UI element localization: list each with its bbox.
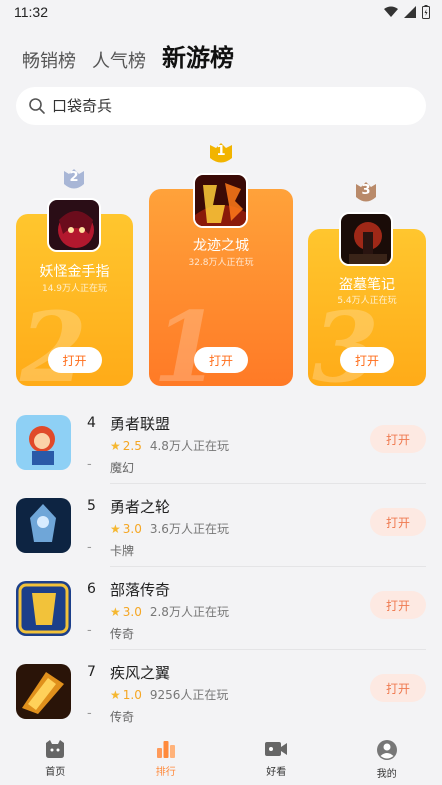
rank-change: - — [87, 706, 92, 721]
game-meta: ★ 2.5 4.8万人正在玩 — [110, 437, 229, 454]
game-title: 勇者联盟 — [110, 415, 171, 433]
game-icon[interactable] — [16, 664, 71, 719]
search-input[interactable] — [52, 97, 392, 115]
nav-profile[interactable]: 我的 — [332, 730, 442, 785]
open-button[interactable]: 打开 — [194, 347, 248, 373]
game-rating: 2.5 — [122, 438, 142, 453]
rank-change: - — [87, 457, 92, 472]
rank-change: - — [87, 623, 92, 638]
open-button[interactable]: 打开 — [370, 591, 426, 619]
podium-player-count: 14.9万人正在玩 — [41, 284, 108, 294]
rank-change: - — [87, 540, 92, 555]
star-icon: ★ — [110, 687, 121, 702]
podium-player-count: 5.4万人正在玩 — [337, 296, 397, 306]
game-icon[interactable] — [16, 415, 71, 470]
game-meta: ★ 3.0 2.8万人正在玩 — [110, 603, 229, 620]
battery-icon — [422, 5, 430, 19]
game-rating: 1.0 — [122, 687, 142, 702]
open-button[interactable]: 打开 — [47, 347, 102, 373]
rank-badge-number: 3 — [361, 183, 371, 198]
rank-2-badge: 2 — [61, 168, 87, 192]
divider — [110, 483, 426, 484]
search-icon — [29, 98, 45, 114]
game-meta: ★ 3.0 3.6万人正在玩 — [110, 520, 229, 537]
ranking-tabs: 畅销榜 人气榜 新游榜 — [22, 38, 234, 73]
list-item[interactable]: 5 - 勇者之轮 ★ 3.0 3.6万人正在玩 卡牌 打开 — [16, 492, 426, 564]
rank-badge-number: 2 — [69, 170, 79, 185]
ranking-icon — [156, 741, 175, 758]
list-item[interactable]: 4 - 勇者联盟 ★ 2.5 4.8万人正在玩 魔幻 打开 — [16, 409, 426, 481]
game-category: 传奇 — [110, 627, 135, 641]
rank-number: 4 — [87, 415, 96, 431]
status-icons — [384, 5, 430, 19]
nav-label: 排行 — [155, 767, 176, 778]
profile-icon — [376, 740, 397, 760]
game-player-count: 2.8万人正在玩 — [149, 605, 229, 619]
rank-badge-number: 1 — [216, 144, 226, 159]
game-player-count: 4.8万人正在玩 — [149, 439, 229, 453]
game-title: 勇者之轮 — [110, 498, 171, 516]
open-button[interactable]: 打开 — [370, 674, 426, 702]
game-meta: ★ 1.0 9256人正在玩 — [110, 686, 228, 703]
game-icon-daomu[interactable] — [339, 212, 393, 266]
game-icon-longji[interactable] — [193, 173, 248, 228]
open-button[interactable]: 打开 — [370, 508, 426, 536]
podium-player-count: 32.8万人正在玩 — [188, 258, 254, 268]
rank-number: 5 — [87, 498, 96, 514]
rank-3-badge: 3 — [353, 181, 379, 205]
open-button[interactable]: 打开 — [340, 347, 394, 373]
home-icon — [46, 740, 65, 758]
list-item[interactable]: 6 - 部落传奇 ★ 3.0 2.8万人正在玩 传奇 打开 — [16, 575, 426, 647]
signal-icon — [404, 6, 416, 18]
wifi-icon — [384, 6, 398, 17]
podium-game-name: 龙迹之城 — [193, 238, 249, 254]
game-player-count: 3.6万人正在玩 — [149, 522, 229, 536]
game-player-count: 9256人正在玩 — [149, 688, 229, 702]
bottom-nav: 首页 排行 好看 我的 — [0, 730, 442, 785]
game-category: 魔幻 — [110, 461, 135, 475]
game-icon-yaoguai[interactable] — [47, 198, 101, 252]
status-time: 11:32 — [14, 4, 48, 20]
tab-new-games[interactable]: 新游榜 — [162, 38, 234, 73]
divider — [110, 566, 426, 567]
star-icon: ★ — [110, 604, 121, 619]
tab-bestseller[interactable]: 畅销榜 — [22, 47, 76, 73]
rank-number: 7 — [87, 664, 96, 680]
star-icon: ★ — [110, 521, 121, 536]
game-title: 疾风之翼 — [110, 664, 171, 682]
open-button[interactable]: 打开 — [370, 425, 426, 453]
divider — [110, 649, 426, 650]
game-rating: 3.0 — [122, 521, 142, 536]
nav-ranking[interactable]: 排行 — [111, 730, 222, 785]
game-title: 部落传奇 — [110, 581, 171, 599]
game-category: 传奇 — [110, 710, 135, 724]
tab-popular[interactable]: 人气榜 — [92, 47, 146, 73]
search-bar[interactable] — [16, 87, 426, 125]
nav-label: 我的 — [376, 769, 397, 780]
rank-number: 6 — [87, 581, 96, 597]
game-category: 卡牌 — [110, 544, 135, 558]
nav-label: 首页 — [45, 767, 66, 778]
game-icon[interactable] — [16, 498, 71, 553]
video-icon — [265, 742, 288, 756]
game-rating: 3.0 — [122, 604, 142, 619]
status-bar: 11:32 — [0, 0, 442, 26]
rank-1-badge: 1 — [207, 142, 235, 166]
list-item[interactable]: 7 - 疾风之翼 ★ 1.0 9256人正在玩 传奇 打开 — [16, 658, 426, 730]
podium-game-name: 盗墓笔记 — [339, 277, 395, 293]
podium-game-name: 妖怪金手指 — [39, 264, 110, 280]
nav-label: 好看 — [266, 767, 287, 778]
nav-home[interactable]: 首页 — [0, 730, 111, 785]
star-icon: ★ — [110, 438, 121, 453]
game-icon[interactable] — [16, 581, 71, 636]
nav-video[interactable]: 好看 — [221, 730, 332, 785]
